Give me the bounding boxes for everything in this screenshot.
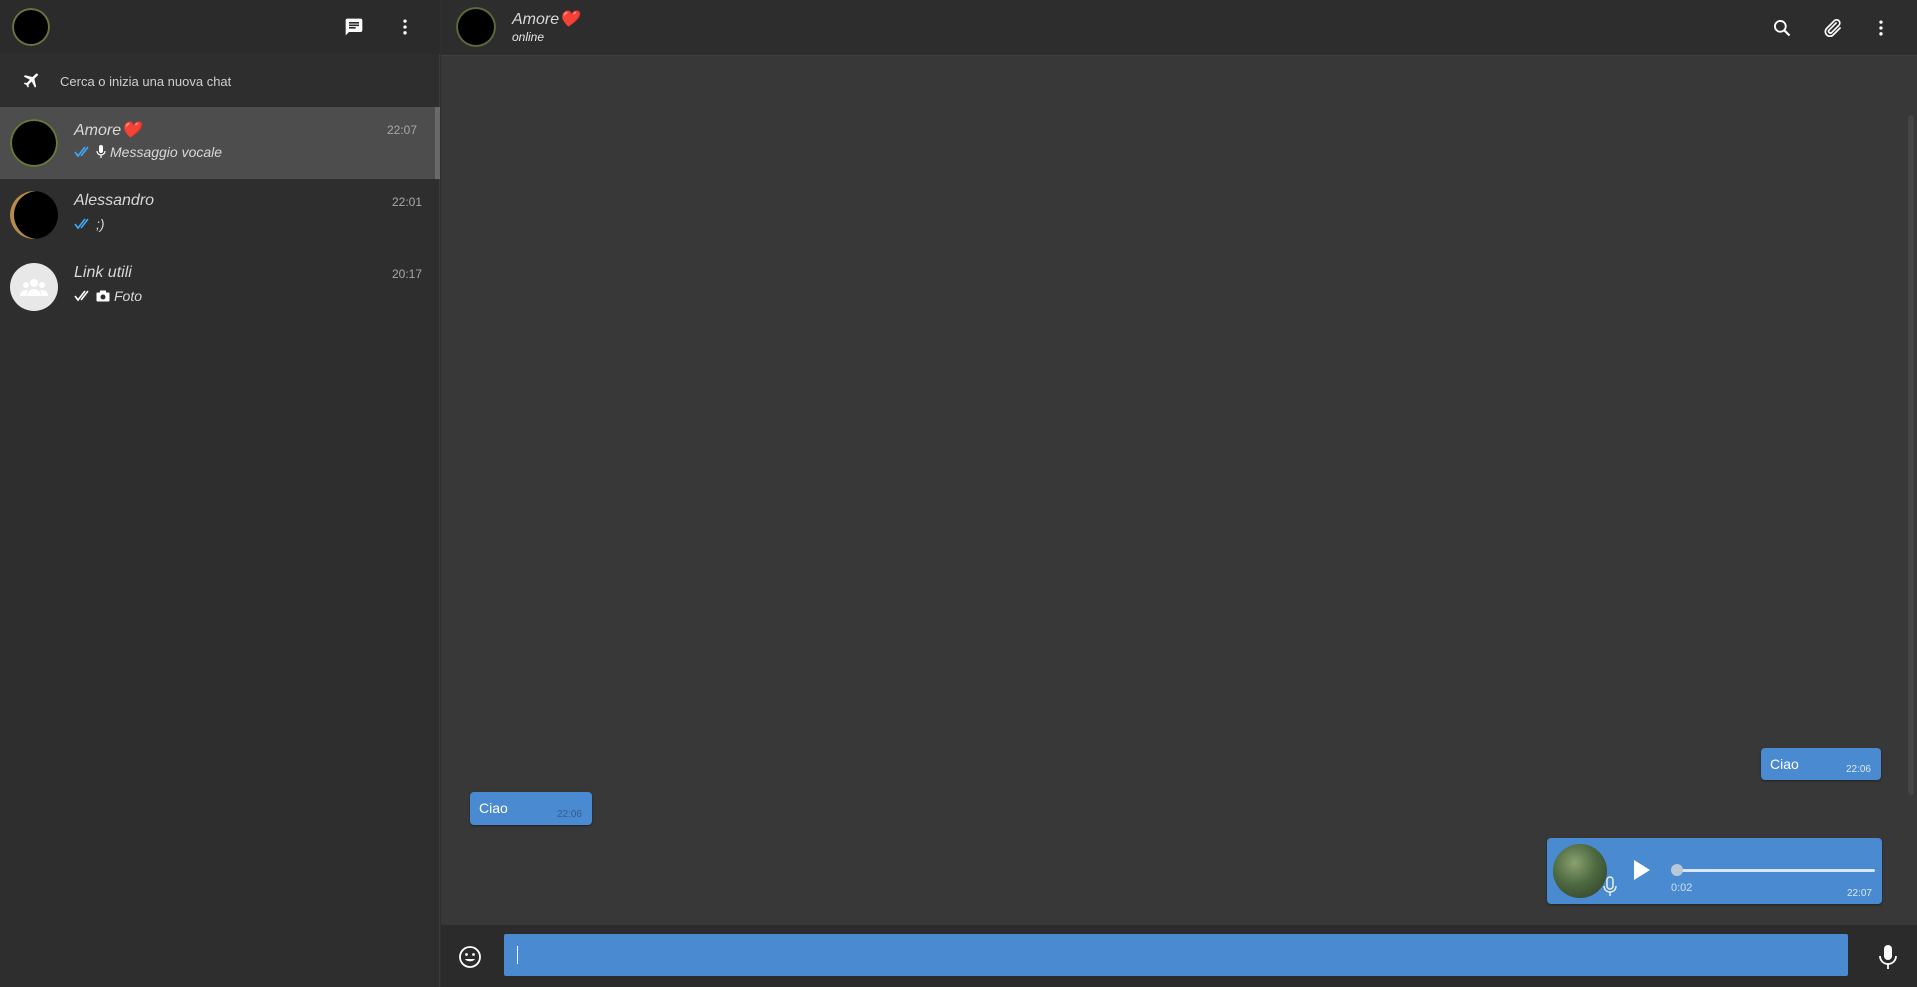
scrollbar[interactable] [1908, 115, 1914, 795]
message-time: 22:07 [1846, 888, 1872, 899]
chat-preview: Foto [74, 288, 142, 304]
emoji-icon[interactable] [457, 944, 483, 970]
double-check-read-icon [74, 218, 89, 230]
app-window: Amore❤️ 22:07 Messaggio vocale Alessandr… [0, 0, 1917, 987]
incoming-message[interactable]: Ciao 22:06 [470, 792, 592, 825]
menu-icon[interactable] [392, 14, 418, 40]
chat-panel: Amore❤️ online Ciao 22:06 Ciao 22:06 0:0… [441, 0, 1917, 987]
chat-preview-text: Foto [114, 288, 143, 304]
search-input[interactable] [60, 68, 420, 94]
avatar [10, 119, 58, 167]
group-avatar [10, 263, 58, 311]
mic-icon [1603, 876, 1617, 896]
attach-icon[interactable] [1818, 14, 1846, 42]
mic-icon [96, 145, 106, 158]
message-time: 22:06 [556, 809, 582, 820]
voice-progress-track[interactable] [1675, 869, 1875, 872]
message-input[interactable] [504, 934, 1848, 976]
outgoing-message[interactable]: Ciao 22:06 [1761, 748, 1881, 780]
chat-preview-text: Messaggio vocale [110, 144, 223, 160]
text-caret [517, 946, 518, 964]
chat-time: 22:01 [391, 195, 422, 209]
search-icon[interactable] [1768, 14, 1796, 42]
search-bar [0, 56, 440, 106]
play-icon[interactable] [1627, 856, 1655, 884]
message-text: Ciao [479, 800, 508, 816]
new-chat-icon[interactable] [341, 14, 367, 40]
message-time: 22:06 [1845, 764, 1871, 775]
composer [441, 925, 1917, 987]
chat-preview-text: ;) [96, 216, 105, 232]
my-avatar[interactable] [12, 8, 50, 46]
chat-name: Amore❤️ [74, 122, 142, 139]
chat-preview: ;) [74, 216, 105, 232]
double-check-icon [74, 290, 89, 302]
mic-icon[interactable] [1877, 944, 1899, 970]
contact-avatar[interactable] [456, 7, 496, 47]
chat-header: Amore❤️ online [441, 0, 1917, 56]
chat-list-item[interactable]: Amore❤️ 22:07 Messaggio vocale [0, 107, 440, 179]
chat-preview: Messaggio vocale [74, 144, 222, 160]
chat-list-item[interactable]: Link utili 20:17 Foto [0, 251, 440, 323]
chat-list-item[interactable]: Alessandro 22:01 ;) [0, 179, 440, 251]
chat-name: Link utili [74, 264, 132, 281]
camera-icon [96, 290, 110, 302]
airplane-icon [22, 70, 44, 92]
double-check-read-icon [74, 146, 89, 158]
voice-duration: 0:02 [1671, 882, 1693, 894]
contact-status: online [512, 30, 545, 44]
sidebar-header [0, 0, 440, 54]
chat-menu-icon[interactable] [1867, 14, 1895, 42]
group-icon [20, 279, 48, 296]
voice-progress-knob[interactable] [1671, 864, 1683, 876]
chat-name: Alessandro [74, 192, 155, 209]
sidebar: Amore❤️ 22:07 Messaggio vocale Alessandr… [0, 0, 440, 987]
contact-name[interactable]: Amore❤️ [512, 9, 579, 29]
avatar [10, 191, 58, 239]
chat-time: 20:17 [391, 267, 422, 281]
voice-sender-avatar [1553, 844, 1607, 898]
message-text: Ciao [1770, 756, 1799, 772]
voice-message[interactable]: 0:02 22:07 [1547, 838, 1882, 904]
chat-time: 22:07 [386, 123, 417, 137]
message-list: Ciao 22:06 Ciao 22:06 0:02 22:07 [441, 57, 1917, 925]
